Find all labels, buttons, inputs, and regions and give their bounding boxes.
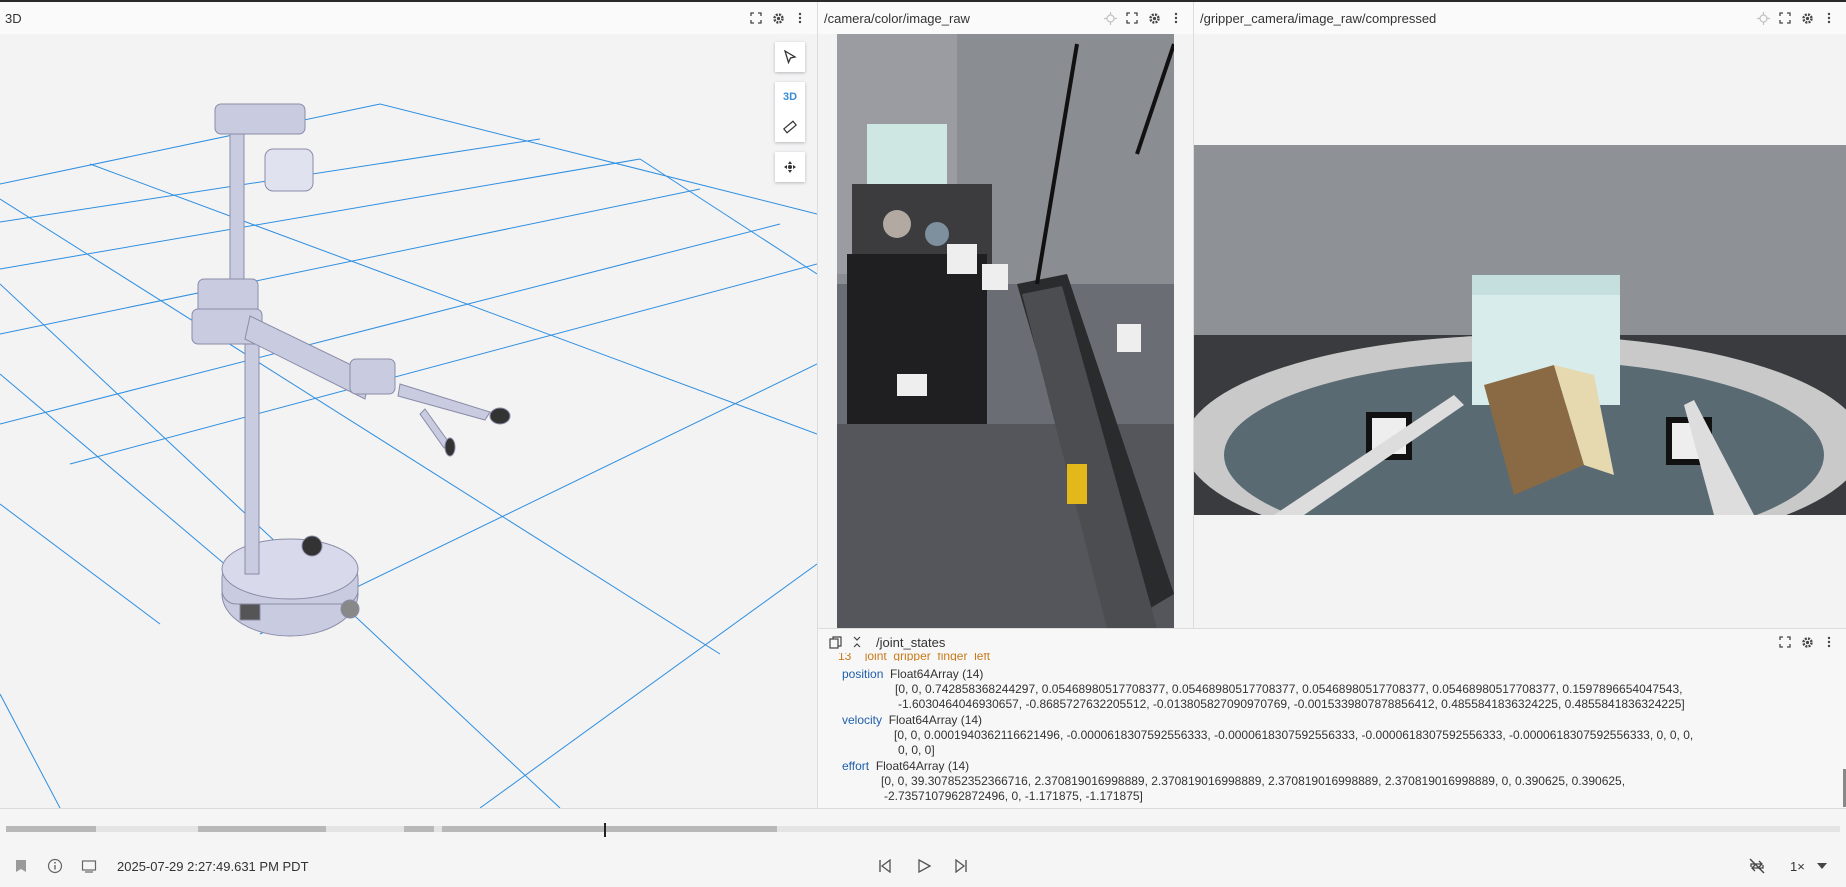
panel-3d-title: 3D xyxy=(5,10,22,26)
crosshair-icon[interactable] xyxy=(1756,11,1770,25)
gripper-camera-image xyxy=(1194,145,1846,515)
panel-3d-header: 3D xyxy=(0,2,817,34)
timeline-loaded-segment xyxy=(6,826,96,832)
camera-color-image xyxy=(837,34,1174,628)
panel-camera-color: /camera/color/image_raw xyxy=(818,2,1193,628)
timeline-loaded-segment xyxy=(198,826,326,832)
select-tool-group xyxy=(775,42,805,72)
copy-icon[interactable] xyxy=(828,635,842,649)
panel-gripper-camera: /gripper_camera/image_raw/compressed xyxy=(1194,2,1846,628)
timeline-loaded-segment xyxy=(404,826,434,832)
field-value-line: [0, 0, 39.307852352366716, 2.37081901699… xyxy=(881,774,1626,788)
crosshair-icon[interactable] xyxy=(1103,11,1117,25)
field-value-line: -2.7357107962872496, 0, -1.171875, -1.17… xyxy=(884,789,1143,803)
playback-timeline[interactable] xyxy=(0,823,1846,837)
gear-icon[interactable] xyxy=(771,11,785,25)
panel-gripper-camera-header: /gripper_camera/image_raw/compressed xyxy=(1194,2,1846,34)
timeline-loaded-segment xyxy=(442,826,777,832)
skip-forward-icon[interactable] xyxy=(952,857,970,875)
3d-viewport[interactable] xyxy=(0,34,817,808)
ruler-icon[interactable] xyxy=(775,112,805,142)
field-value-line: 0, 0, 0] xyxy=(898,743,935,757)
field-key: position xyxy=(842,667,884,681)
playback-speed[interactable]: 1× xyxy=(1790,859,1805,874)
field-effort: effort Float64Array (14) [0, 0, 39.30785… xyxy=(842,759,1625,804)
field-position: position Float64Array (14) [0, 0, 0.7428… xyxy=(842,667,1685,712)
panel-gripper-camera-title: /gripper_camera/image_raw/compressed xyxy=(1200,10,1437,26)
collapse-icon[interactable] xyxy=(850,635,864,649)
field-key: velocity xyxy=(842,713,883,727)
fullscreen-icon[interactable] xyxy=(1778,11,1792,25)
play-icon[interactable] xyxy=(915,857,933,875)
fullscreen-icon[interactable] xyxy=(1778,635,1792,649)
gear-icon[interactable] xyxy=(1800,11,1814,25)
field-type: Float64Array (14) xyxy=(890,667,984,681)
joint-states-message[interactable]: 13 joint_gripper_finger_left position Fl… xyxy=(818,653,1846,808)
field-velocity: velocity Float64Array (14) [0, 0, 0.0001… xyxy=(842,713,1693,758)
timeline-cursor[interactable] xyxy=(604,823,606,837)
truncated-row: 13 joint_gripper_finger_left xyxy=(838,653,991,661)
panel-camera-color-title: /camera/color/image_raw xyxy=(824,10,970,26)
view-tool-group: 3D xyxy=(775,82,805,142)
field-key: effort xyxy=(842,759,870,773)
frame-select-icon[interactable] xyxy=(80,857,98,875)
panel-joint-states-header: /joint_states xyxy=(818,629,1846,655)
move-tool-group xyxy=(775,152,805,182)
view-mode-toggle[interactable]: 3D xyxy=(775,82,805,112)
panel-joint-states-title: /joint_states xyxy=(876,634,946,650)
divider-bottom xyxy=(0,808,1846,809)
info-icon[interactable] xyxy=(46,857,64,875)
chevron-down-icon[interactable] xyxy=(1814,857,1830,875)
panel-joint-states: /joint_states 13 joint_gripper_finger_le… xyxy=(818,629,1846,808)
field-value-line: [0, 0, 0.0001940362116621496, -0.0000618… xyxy=(894,728,1694,742)
gear-icon[interactable] xyxy=(1800,635,1814,649)
bookmark-icon[interactable] xyxy=(12,857,30,875)
gear-icon[interactable] xyxy=(1147,11,1161,25)
field-type: Float64Array (14) xyxy=(888,713,983,727)
field-value-line: -1.6030464046930657, -0.8685727632205512… xyxy=(898,697,1685,711)
playback-bar: 2025-07-29 2:27:49.631 PM PDT 1× xyxy=(0,845,1846,887)
more-vert-icon[interactable] xyxy=(1822,635,1836,649)
field-value-line: [0, 0, 0.742858368244297, 0.054689805177… xyxy=(895,682,1683,696)
more-vert-icon[interactable] xyxy=(1169,11,1183,25)
more-vert-icon[interactable] xyxy=(1822,11,1836,25)
more-vert-icon[interactable] xyxy=(793,11,807,25)
skip-back-icon[interactable] xyxy=(876,857,894,875)
select-pointer-icon[interactable] xyxy=(775,42,805,72)
loop-off-icon[interactable] xyxy=(1747,857,1767,875)
playback-timestamp[interactable]: 2025-07-29 2:27:49.631 PM PDT xyxy=(117,859,309,874)
panel-camera-color-header: /camera/color/image_raw xyxy=(818,2,1193,34)
panel-3d: 3D 3D xyxy=(0,2,817,808)
fullscreen-icon[interactable] xyxy=(749,11,763,25)
move-icon[interactable] xyxy=(775,152,805,182)
fullscreen-icon[interactable] xyxy=(1125,11,1139,25)
field-type: Float64Array (14) xyxy=(875,759,970,773)
